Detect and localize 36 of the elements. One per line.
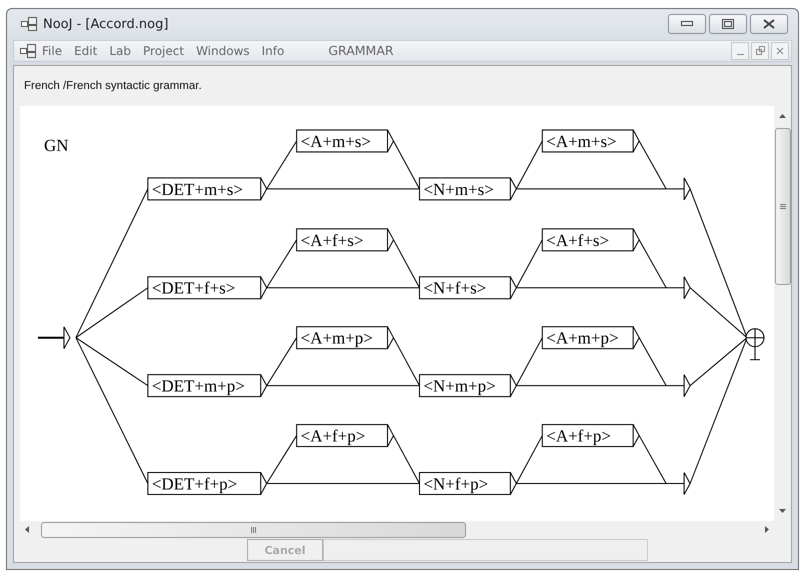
app-icon [20, 44, 36, 58]
maximize-button[interactable] [709, 14, 747, 34]
grip-icon [251, 526, 256, 532]
window-title: NooJ - [Accord.nog] [43, 16, 170, 32]
end-node-icon [684, 276, 691, 300]
menu-item[interactable]: Lab [103, 44, 137, 58]
graph-title: GN [44, 136, 68, 155]
menu-context-label: GRAMMAR [328, 43, 395, 58]
end-node-icon [684, 177, 691, 200]
scroll-left-icon [25, 526, 29, 533]
minimize-icon [736, 54, 744, 56]
scroll-up-icon [779, 114, 786, 118]
app-icon [21, 17, 37, 32]
menu-item[interactable]: File [36, 44, 68, 58]
scrollbar-thumb[interactable] [41, 522, 466, 538]
menu-item[interactable]: Windows [190, 44, 256, 58]
close-icon [763, 19, 775, 30]
grammar-comment: French /French syntactic grammar. [23, 79, 203, 94]
minimize-button[interactable] [668, 14, 706, 34]
scroll-right-icon [765, 526, 769, 533]
menu-item[interactable]: Project [137, 44, 190, 58]
restore-icon [756, 46, 764, 56]
final-node-icon [746, 328, 765, 360]
minimize-icon [681, 21, 693, 28]
scroll-down-icon [779, 509, 786, 513]
scrollbar-thumb[interactable] [774, 128, 790, 285]
menu-item[interactable]: Info [256, 44, 290, 58]
maximize-icon [722, 19, 734, 30]
menu-item[interactable]: Edit [68, 44, 104, 58]
close-icon [776, 46, 784, 55]
initial-node-icon [38, 326, 70, 350]
end-node-icon [684, 472, 691, 495]
end-node-icon [684, 374, 691, 398]
grip-icon [780, 204, 786, 209]
restore-button[interactable] [751, 42, 769, 60]
close-button[interactable] [750, 14, 788, 34]
